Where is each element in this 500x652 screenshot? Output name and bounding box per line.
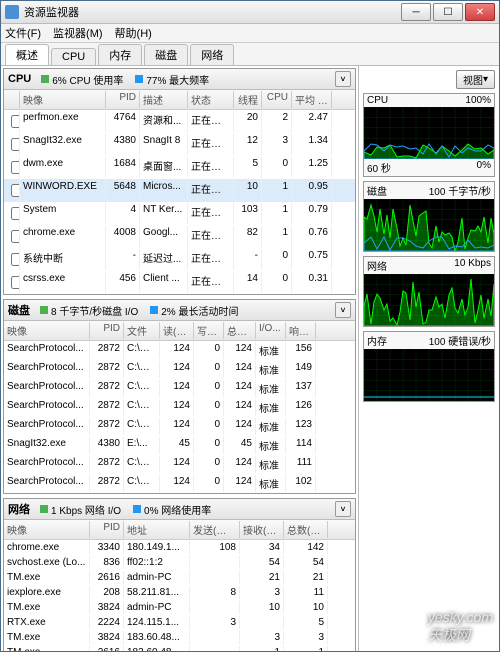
row-checkbox[interactable] — [11, 207, 20, 220]
graph-scale: 100 硬错误/秒 — [429, 333, 491, 348]
graph-title: 网络 — [367, 258, 387, 273]
close-button[interactable]: ✕ — [465, 3, 495, 21]
resource-monitor-window: 资源监视器 ─ ☐ ✕ 文件(F) 监视器(M) 帮助(H) 概述 CPU 内存… — [0, 0, 500, 652]
tab-memory[interactable]: 内存 — [98, 44, 142, 65]
net-panel-title: 网络 — [8, 501, 30, 517]
tab-overview[interactable]: 概述 — [5, 44, 49, 65]
cpu-usage-stat: 6% CPU 使用率 — [41, 72, 123, 87]
minimize-button[interactable]: ─ — [401, 3, 431, 21]
row-checkbox[interactable] — [11, 276, 20, 289]
table-row[interactable]: SearchProtocol...2872C:\W...1240124标准111 — [4, 455, 355, 474]
graph-scale: 10 Kbps — [454, 258, 491, 273]
row-checkbox[interactable] — [11, 115, 20, 128]
chevron-down-icon: ▾ — [483, 74, 488, 85]
cpu-grid-body[interactable]: perfmon.exe4764资源和...正在运行2022.47SnagIt32… — [4, 110, 355, 294]
menu-help[interactable]: 帮助(H) — [115, 25, 152, 41]
table-row[interactable]: SnagIt32.exe4380E:\...45045标准114 — [4, 436, 355, 455]
table-row[interactable]: TM.exe2616183.60.48...11 — [4, 645, 355, 651]
left-pane: CPU 6% CPU 使用率 77% 最大频率 ˅ 映像PID描述状态线程CPU… — [1, 66, 359, 651]
row-checkbox[interactable] — [11, 138, 20, 151]
menubar: 文件(F) 监视器(M) 帮助(H) — [1, 24, 499, 43]
table-row[interactable]: csrss.exe456Client ...正在运行1400.31 — [4, 271, 355, 294]
graph-canvas — [364, 274, 494, 326]
cpu-panel: CPU 6% CPU 使用率 77% 最大频率 ˅ 映像PID描述状态线程CPU… — [3, 68, 356, 295]
table-row[interactable]: TM.exe2616admin-PC2121 — [4, 570, 355, 585]
row-checkbox[interactable] — [11, 253, 20, 266]
table-row[interactable]: SnagIt32.exe4380SnagIt 8正在运行1231.34 — [4, 133, 355, 156]
table-row[interactable]: SearchProtocol...2872C:\W...1240124标准126 — [4, 398, 355, 417]
table-row[interactable]: TM.exe3824admin-PC1010 — [4, 600, 355, 615]
disk-panel-title: 磁盘 — [8, 302, 30, 318]
tab-network[interactable]: 网络 — [190, 44, 234, 65]
graph-title: CPU — [367, 95, 388, 106]
graph-net: 网络 10 Kbps — [363, 256, 495, 327]
disk-panel-header[interactable]: 磁盘 8 千字节/秒磁盘 I/O 2% 最长活动时间 ˅ — [4, 300, 355, 321]
graph-cpu: CPU100%60 秒0% — [363, 93, 495, 177]
table-row[interactable]: chrome.exe4008Googl...正在运行8210.76 — [4, 225, 355, 248]
cpu-freq-stat: 77% 最大频率 — [135, 72, 209, 87]
graph-disk: 磁盘 100 千字节/秒 — [363, 181, 495, 252]
table-row[interactable]: WINWORD.EXE5648Micros...正在运行1010.95 — [4, 179, 355, 202]
graph-mem: 内存 100 硬错误/秒 — [363, 331, 495, 402]
menu-file[interactable]: 文件(F) — [5, 25, 41, 41]
collapse-icon[interactable]: ˅ — [335, 501, 351, 517]
right-pane: 视图 ▾ CPU100%60 秒0%磁盘100 千字节/秒网络10 Kbps内存… — [359, 66, 499, 651]
disk-active-stat: 2% 最长活动时间 — [150, 303, 238, 318]
graph-canvas — [364, 199, 494, 251]
row-checkbox[interactable] — [11, 230, 20, 243]
net-io-stat: 1 Kbps 网络 I/O — [40, 502, 121, 517]
titlebar[interactable]: 资源监视器 ─ ☐ ✕ — [1, 1, 499, 24]
graph-canvas — [364, 107, 494, 159]
net-panel: 网络 1 Kbps 网络 I/O 0% 网络使用率 ˅ 映像PID地址发送(字节… — [3, 498, 356, 651]
collapse-icon[interactable]: ˅ — [335, 302, 351, 318]
table-row[interactable]: System4NT Ker...正在运行10310.79 — [4, 202, 355, 225]
row-checkbox[interactable] — [11, 161, 20, 174]
content: CPU 6% CPU 使用率 77% 最大频率 ˅ 映像PID描述状态线程CPU… — [1, 66, 499, 651]
table-row[interactable]: perfmon.exe4764资源和...正在运行2022.47 — [4, 110, 355, 133]
table-row[interactable]: 系统中断-延迟过...正在运行-00.75 — [4, 248, 355, 271]
cpu-panel-title: CPU — [8, 73, 31, 85]
maximize-button[interactable]: ☐ — [433, 3, 463, 21]
cpu-grid-header[interactable]: 映像PID描述状态线程CPU平均 C... — [4, 90, 355, 110]
graph-scale: 100 千字节/秒 — [429, 183, 491, 198]
table-row[interactable]: dwm.exe1684桌面窗...正在运行501.25 — [4, 156, 355, 179]
app-icon — [5, 5, 19, 19]
table-row[interactable]: svchost.exe (Lo...836ff02::1:25454 — [4, 555, 355, 570]
collapse-icon[interactable]: ˅ — [335, 71, 351, 87]
graphs-container: CPU100%60 秒0%磁盘100 千字节/秒网络10 Kbps内存100 硬… — [363, 93, 495, 406]
disk-grid-header[interactable]: 映像PID文件读(字...写(字...总数(...I/O...响应... — [4, 321, 355, 341]
cpu-panel-header[interactable]: CPU 6% CPU 使用率 77% 最大频率 ˅ — [4, 69, 355, 90]
net-panel-header[interactable]: 网络 1 Kbps 网络 I/O 0% 网络使用率 ˅ — [4, 499, 355, 520]
table-row[interactable]: chrome.exe3340180.149.1...10834142 — [4, 540, 355, 555]
table-row[interactable]: RTX.exe2224124.115.1...35 — [4, 615, 355, 630]
tab-cpu[interactable]: CPU — [51, 48, 96, 65]
net-grid-body[interactable]: chrome.exe3340180.149.1...10834142svchos… — [4, 540, 355, 651]
net-grid-header[interactable]: 映像PID地址发送(字节...接收(字节...总数(字节... — [4, 520, 355, 540]
net-use-stat: 0% 网络使用率 — [133, 502, 211, 517]
row-checkbox[interactable] — [11, 184, 20, 197]
table-row[interactable]: SearchProtocol...2872C:\W...1240124标准156 — [4, 341, 355, 360]
tab-disk[interactable]: 磁盘 — [144, 44, 188, 65]
tabbar: 概述 CPU 内存 磁盘 网络 — [1, 43, 499, 66]
table-row[interactable]: TM.exe3824183.60.48...33 — [4, 630, 355, 645]
table-row[interactable]: iexplore.exe20858.211.81...8311 — [4, 585, 355, 600]
window-title: 资源监视器 — [24, 4, 399, 20]
menu-monitor[interactable]: 监视器(M) — [53, 25, 103, 41]
table-row[interactable]: SearchProtocol...2872C:\W...1240124标准123 — [4, 417, 355, 436]
graph-title: 磁盘 — [367, 183, 387, 198]
graph-scale: 100% — [465, 95, 491, 106]
disk-grid-body[interactable]: SearchProtocol...2872C:\W...1240124标准156… — [4, 341, 355, 493]
table-row[interactable]: SearchProtocol...2872C:\W...1240124标准149 — [4, 360, 355, 379]
graph-canvas — [364, 349, 494, 401]
graph-title: 内存 — [367, 333, 387, 348]
disk-panel: 磁盘 8 千字节/秒磁盘 I/O 2% 最长活动时间 ˅ 映像PID文件读(字.… — [3, 299, 356, 494]
disk-io-stat: 8 千字节/秒磁盘 I/O — [40, 303, 138, 318]
view-button[interactable]: 视图 ▾ — [456, 70, 495, 89]
table-row[interactable]: SearchProtocol...2872C:\W...1240124标准102 — [4, 474, 355, 493]
table-row[interactable]: SearchProtocol...2872C:\W...1240124标准137 — [4, 379, 355, 398]
